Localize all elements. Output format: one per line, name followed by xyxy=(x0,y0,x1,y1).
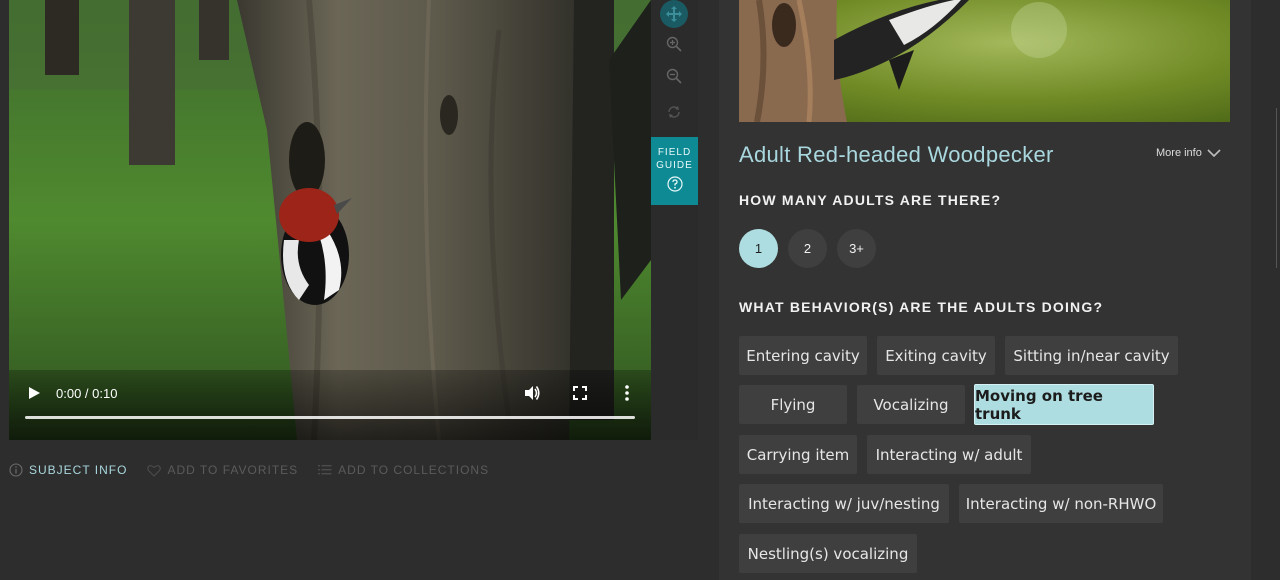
fullscreen-icon[interactable] xyxy=(571,384,589,402)
classify-page: 0:00 / 0:10 FIELD GUIDE SUBJECT INFO ADD… xyxy=(0,0,1280,580)
subject-video[interactable]: 0:00 / 0:10 xyxy=(9,0,651,440)
image-toolbar: FIELD GUIDE xyxy=(651,0,698,440)
species-title: Adult Red-headed Woodpecker xyxy=(739,142,1054,167)
video-time: 0:00 / 0:10 xyxy=(56,386,118,401)
behavior-vocalizing[interactable]: Vocalizing xyxy=(857,385,965,424)
chevron-down-icon xyxy=(1207,148,1221,157)
task-panel: Adult Red-headed Woodpecker More info HO… xyxy=(719,0,1251,580)
move-button[interactable] xyxy=(660,0,688,28)
reset-button[interactable] xyxy=(660,98,688,126)
behavior-interacting-adult[interactable]: Interacting w/ adult xyxy=(867,435,1031,474)
add-to-favorites-label: ADD TO FAVORITES xyxy=(167,463,299,477)
behavior-interacting-juv-nesting[interactable]: Interacting w/ juv/nesting xyxy=(739,484,949,523)
adult-count-options: 1 2 3+ xyxy=(739,229,886,268)
count-option-3-plus[interactable]: 3+ xyxy=(837,229,876,268)
subject-meta-bar: SUBJECT INFO ADD TO FAVORITES ADD TO COL… xyxy=(9,462,509,478)
add-to-collections-label: ADD TO COLLECTIONS xyxy=(338,463,490,477)
behavior-sitting-near-cavity[interactable]: Sitting in/near cavity xyxy=(1005,336,1178,375)
info-icon xyxy=(9,463,23,477)
field-guide-label-1: FIELD xyxy=(657,147,692,158)
question-behavior: WHAT BEHAVIOR(S) ARE THE ADULTS DOING? xyxy=(739,299,1104,315)
behavior-nestlings-vocalizing[interactable]: Nestling(s) vocalizing xyxy=(739,534,917,573)
behavior-carrying-item[interactable]: Carrying item xyxy=(739,435,857,474)
rotate-icon xyxy=(668,106,680,118)
video-controls: 0:00 / 0:10 xyxy=(9,370,651,440)
field-guide-button[interactable]: FIELD GUIDE xyxy=(651,137,698,205)
more-info-label: More info xyxy=(1156,147,1202,159)
move-icon xyxy=(666,6,682,22)
more-info-button[interactable]: More info xyxy=(1156,147,1221,159)
zoom-in-button[interactable] xyxy=(660,30,688,58)
question-adult-count: HOW MANY ADULTS ARE THERE? xyxy=(739,192,1002,208)
more-options-icon[interactable] xyxy=(619,384,635,402)
play-icon[interactable] xyxy=(25,384,43,402)
zoom-out-icon xyxy=(666,68,682,84)
list-icon xyxy=(318,465,332,475)
behavior-entering-cavity[interactable]: Entering cavity xyxy=(739,336,867,375)
video-progress-bar[interactable] xyxy=(25,416,635,419)
zoom-in-icon xyxy=(666,36,682,52)
volume-icon[interactable] xyxy=(523,384,541,402)
behavior-exiting-cavity[interactable]: Exiting cavity xyxy=(877,336,995,375)
page-scroll-edge xyxy=(1276,108,1277,268)
help-icon xyxy=(666,176,683,192)
heart-icon xyxy=(147,464,162,477)
add-to-favorites-button[interactable]: ADD TO FAVORITES xyxy=(147,463,298,477)
subject-info-button[interactable]: SUBJECT INFO xyxy=(9,463,127,477)
behavior-moving-on-tree-trunk[interactable]: Moving on tree trunk xyxy=(974,384,1154,425)
zoom-out-button[interactable] xyxy=(660,62,688,90)
species-photo xyxy=(739,0,1230,122)
count-option-1[interactable]: 1 xyxy=(739,229,778,268)
field-guide-label-2: GUIDE xyxy=(656,160,693,171)
behavior-flying[interactable]: Flying xyxy=(739,385,847,424)
count-option-2[interactable]: 2 xyxy=(788,229,827,268)
subject-info-label: SUBJECT INFO xyxy=(29,463,128,477)
add-to-collections-button[interactable]: ADD TO COLLECTIONS xyxy=(318,463,489,477)
behavior-interacting-non-rhwo[interactable]: Interacting w/ non-RHWO xyxy=(959,484,1163,523)
